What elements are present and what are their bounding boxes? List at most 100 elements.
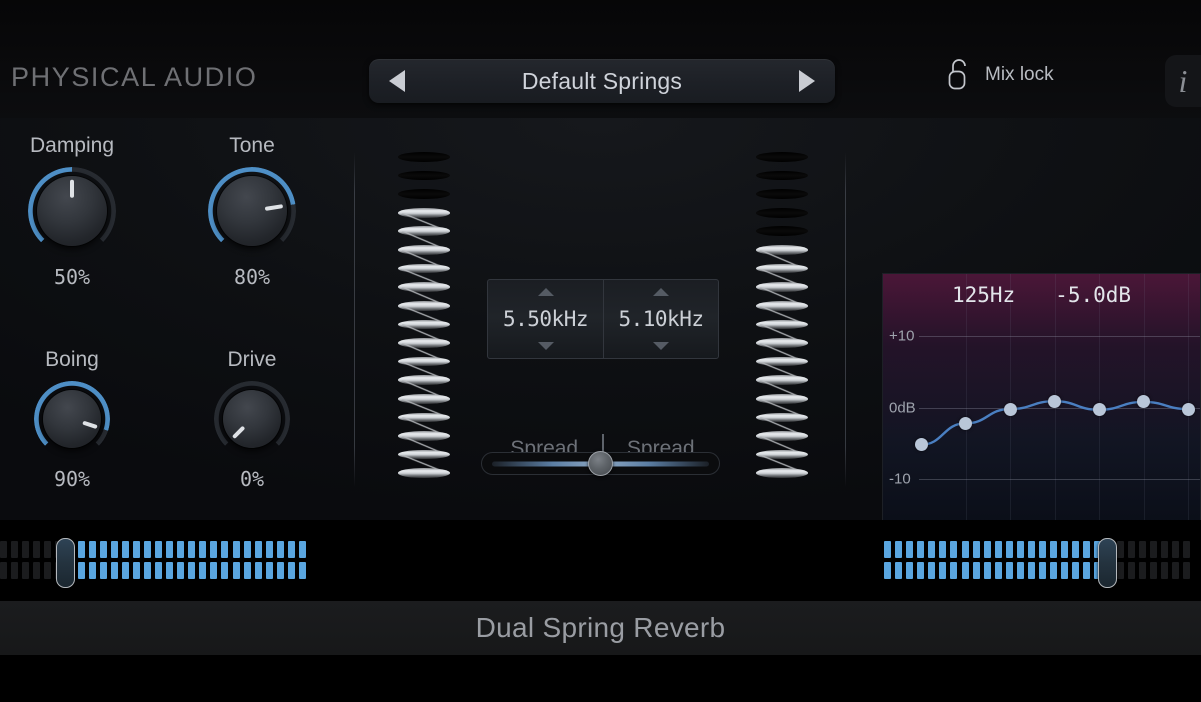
meter-segment [199,541,206,558]
meter-segment [210,541,217,558]
frequency-2-value[interactable]: 5.10kHz [618,307,703,331]
meter-segment [122,562,129,579]
meter-segment [299,541,306,558]
divider-right [845,152,846,487]
meter-segment [11,541,18,558]
eq-gain-readout: -5.0dB [1055,283,1131,307]
meter-segment [266,562,273,579]
meter-segment [155,562,162,579]
frequency-1-value[interactable]: 5.50kHz [503,307,588,331]
meter-segment [244,541,251,558]
meter-segment [89,562,96,579]
meter-segment [221,541,228,558]
divider-left [354,152,355,487]
knob-boing-dial[interactable] [34,381,110,457]
knob-damping-label: Damping [10,134,134,158]
preset-name[interactable]: Default Springs [405,68,799,95]
eq-curve [883,274,1201,603]
knob-drive-value: 0% [190,467,314,491]
eq-control-point-7[interactable] [1182,403,1195,416]
preset-prev-icon[interactable] [389,70,405,92]
knob-face [217,176,287,246]
knob-damping-dial[interactable] [28,167,116,255]
meter-segment [11,562,18,579]
knob-tone-value: 80% [190,265,314,289]
eq-frequency-readout: 125Hz [952,283,1015,307]
eq-control-point-4[interactable] [1048,395,1061,408]
frequency-2-down-icon[interactable] [653,342,669,350]
knob-boing-value: 90% [10,467,134,491]
meter-segment [144,562,151,579]
header-bar: PHYSICAL AUDIO Default Springs Mix lock … [0,0,1201,118]
frequency-1-down-icon[interactable] [538,342,554,350]
eq-control-point-2[interactable] [959,417,972,430]
knob-tone-label: Tone [190,134,314,158]
meter-segment [244,562,251,579]
frequency-box-2[interactable]: 5.10kHz [603,280,718,358]
xfade-handle[interactable] [588,451,613,476]
meter-segment [288,541,295,558]
meter-segment [299,562,306,579]
eq-control-point-3[interactable] [1004,403,1017,416]
meter-segment [133,562,140,579]
meter-segment [188,562,195,579]
knob-boing-label: Boing [10,348,134,372]
mix-lock-label: Mix lock [985,64,1054,86]
meter-segment [78,541,85,558]
eq-display[interactable]: 125Hz -5.0dB +100dB-10-20 [882,273,1201,603]
footer-bar: Dual Spring Reverb [0,601,1201,655]
meter-segment [78,562,85,579]
spring-coil [756,226,808,236]
meter-segment [288,562,295,579]
meter-segment [221,562,228,579]
frequency-2-up-icon[interactable] [653,288,669,296]
meter-segment [277,562,284,579]
xfade-slider[interactable] [481,452,720,475]
meter-segment [122,541,129,558]
left-spring[interactable] [398,152,450,487]
frequency-1-up-icon[interactable] [538,288,554,296]
meter-segment [177,562,184,579]
meter-segment [210,562,217,579]
knob-drive-label: Drive [190,348,314,372]
meter-segment [233,541,240,558]
meter-segment [255,562,262,579]
meter-segment [44,541,51,558]
meter-segment [166,541,173,558]
meter-segment [199,562,206,579]
meter-segment [233,562,240,579]
meter-segment [144,541,151,558]
meter-segment [0,562,7,579]
knob-damping-value: 50% [10,265,134,289]
meter-segment [0,541,7,558]
spring-coil [756,208,808,218]
preset-selector[interactable]: Default Springs [369,59,835,103]
meter-segment [33,562,40,579]
info-button[interactable]: i [1165,55,1201,107]
meter-segment [255,541,262,558]
meter-segment [266,541,273,558]
spring-coil [398,189,450,199]
preset-next-icon[interactable] [799,70,815,92]
meter-segment [277,541,284,558]
knob-drive-dial[interactable] [214,381,290,457]
info-icon: i [1179,63,1200,100]
eq-control-point-1[interactable] [915,438,928,451]
meter-segment [188,541,195,558]
meter-springs-handle[interactable] [1098,538,1117,588]
frequency-box-1[interactable]: 5.50kHz [488,280,603,358]
meter-segment [111,562,118,579]
eq-control-point-5[interactable] [1093,403,1106,416]
knob-face [43,390,101,448]
meter-segment [44,562,51,579]
mix-lock-toggle[interactable]: Mix lock [946,58,1054,92]
right-spring[interactable] [756,152,808,487]
padlock-open-icon [946,58,972,92]
knob-face [223,390,281,448]
knob-damping: Damping 50% [10,134,134,289]
brand-logo: PHYSICAL AUDIO [11,62,257,93]
meter-input-handle[interactable] [56,538,75,588]
meter-segment [111,541,118,558]
knob-tone-dial[interactable] [208,167,296,255]
main-panel: Damping 50% Tone 80% Boing 90% Drive 0% 5.50kHz… [0,118,1201,520]
